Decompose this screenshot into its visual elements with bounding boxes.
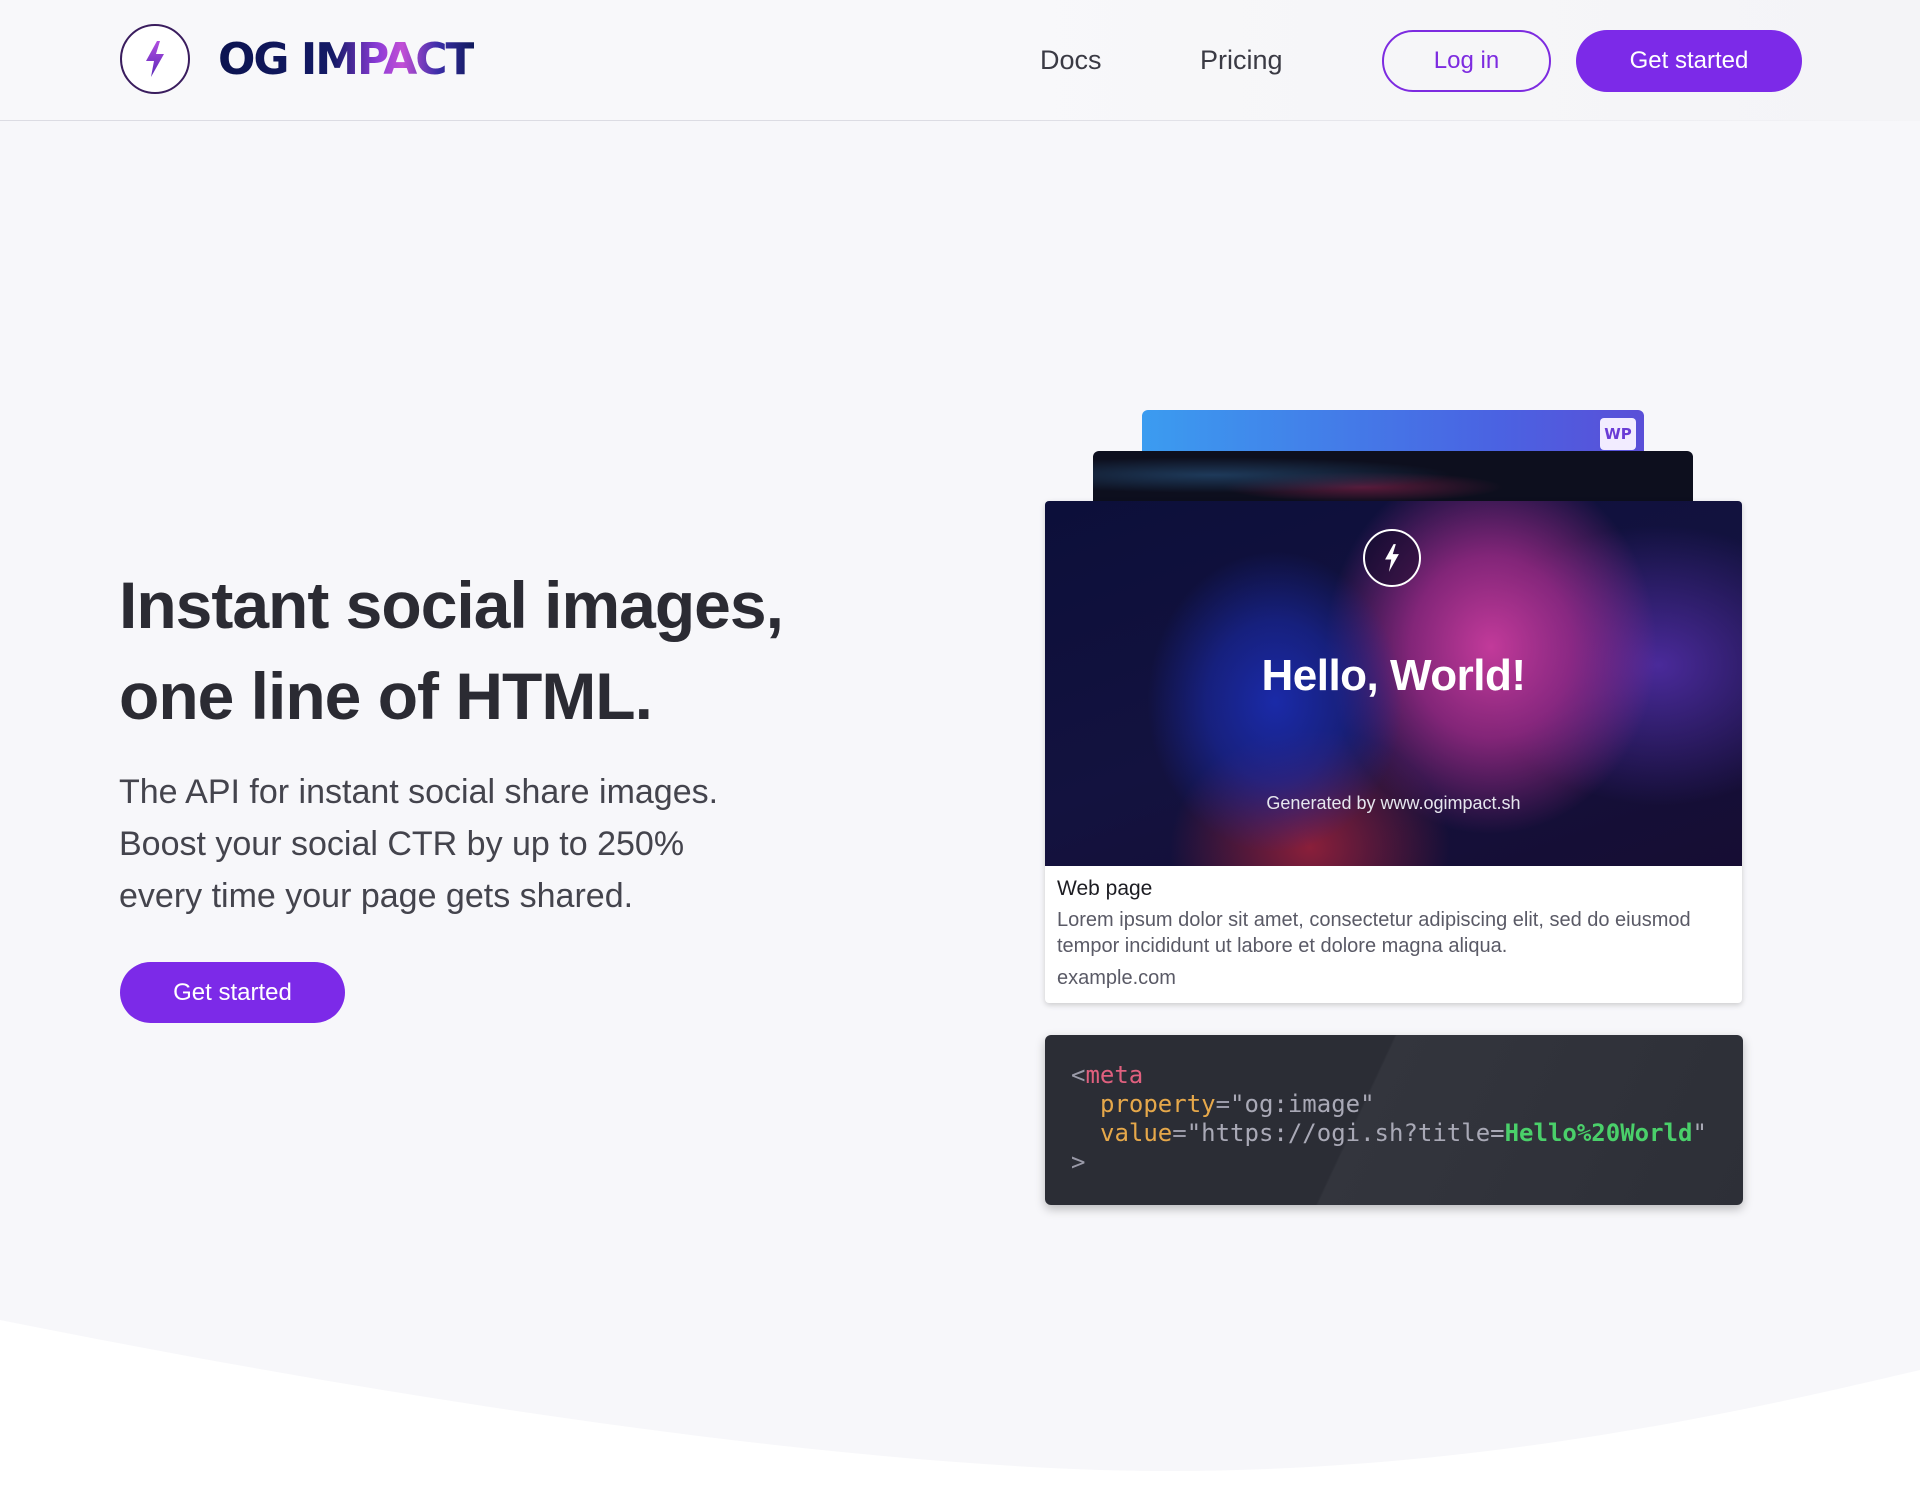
preview-card-description: Lorem ipsum dolor sit amet, consectetur … [1057,909,1691,957]
preview-card-title: Web page [1057,877,1153,900]
code-line-4: > [1071,1148,1085,1177]
subtext-line-3: every time your page gets shared. [119,877,634,915]
code-attr-value: value [1100,1119,1173,1147]
header-get-started-button[interactable]: Get started [1576,30,1802,92]
preview-image-credit: Generated by www.ogimpact.sh [1266,793,1521,813]
login-button[interactable]: Log in [1382,30,1551,92]
hero-get-started-button[interactable]: Get started [120,962,345,1023]
hero-headline: Instant social images, one line of HTML. [119,560,879,742]
headline-line-2: one line of HTML. [119,659,653,733]
lightning-bolt-icon [1385,544,1399,572]
brand-wordmark[interactable]: OG IMPACT [218,34,476,86]
nav-docs-link[interactable]: Docs [1040,42,1102,78]
headline-line-1: Instant social images, [119,568,784,642]
code-line-2: property="og:image" [1100,1090,1375,1119]
top-navigation-bar: OG IMPACT Docs Pricing Log in Get starte… [0,0,1920,121]
code-close-bracket: > [1071,1148,1086,1176]
logo-link[interactable] [120,24,190,94]
code-snippet: <meta property="og:image" value="https:/… [1045,1035,1743,1205]
code-value-suffix: " [1692,1119,1707,1147]
hero-subtext: The API for instant social share images.… [119,766,819,922]
background-card-blue [1142,410,1644,456]
code-equals: = [1215,1090,1231,1118]
code-attr-property: property [1100,1090,1216,1118]
code-value-highlight: Hello%20World [1504,1119,1693,1147]
preview-lightning-icon [1363,529,1421,587]
code-line-3: value="https://ogi.sh?title=Hello%20Worl… [1100,1119,1707,1148]
code-tag: meta [1085,1061,1144,1089]
code-value-property: "og:image" [1230,1090,1375,1118]
social-preview-card: Hello, World! Generated by www.ogimpact.… [1045,501,1742,1003]
subtext-line-2: Boost your social CTR by up to 250% [119,825,685,863]
code-value-prefix: "https://ogi.sh?title= [1186,1119,1505,1147]
preview-card-url: example.com [1057,967,1176,989]
og-image-preview: Hello, World! Generated by www.ogimpact.… [1045,501,1742,866]
lightning-bolt-icon [146,41,164,77]
wp-badge-icon: WP [1600,418,1636,450]
nav-pricing-link[interactable]: Pricing [1200,42,1283,78]
code-open-bracket: < [1071,1061,1086,1089]
code-equals: = [1172,1119,1187,1147]
subtext-line-1: The API for instant social share images. [119,773,719,811]
preview-image-title: Hello, World! [1261,651,1526,700]
bottom-wave-decoration [0,1320,1920,1510]
code-line-1: <meta [1071,1061,1143,1090]
